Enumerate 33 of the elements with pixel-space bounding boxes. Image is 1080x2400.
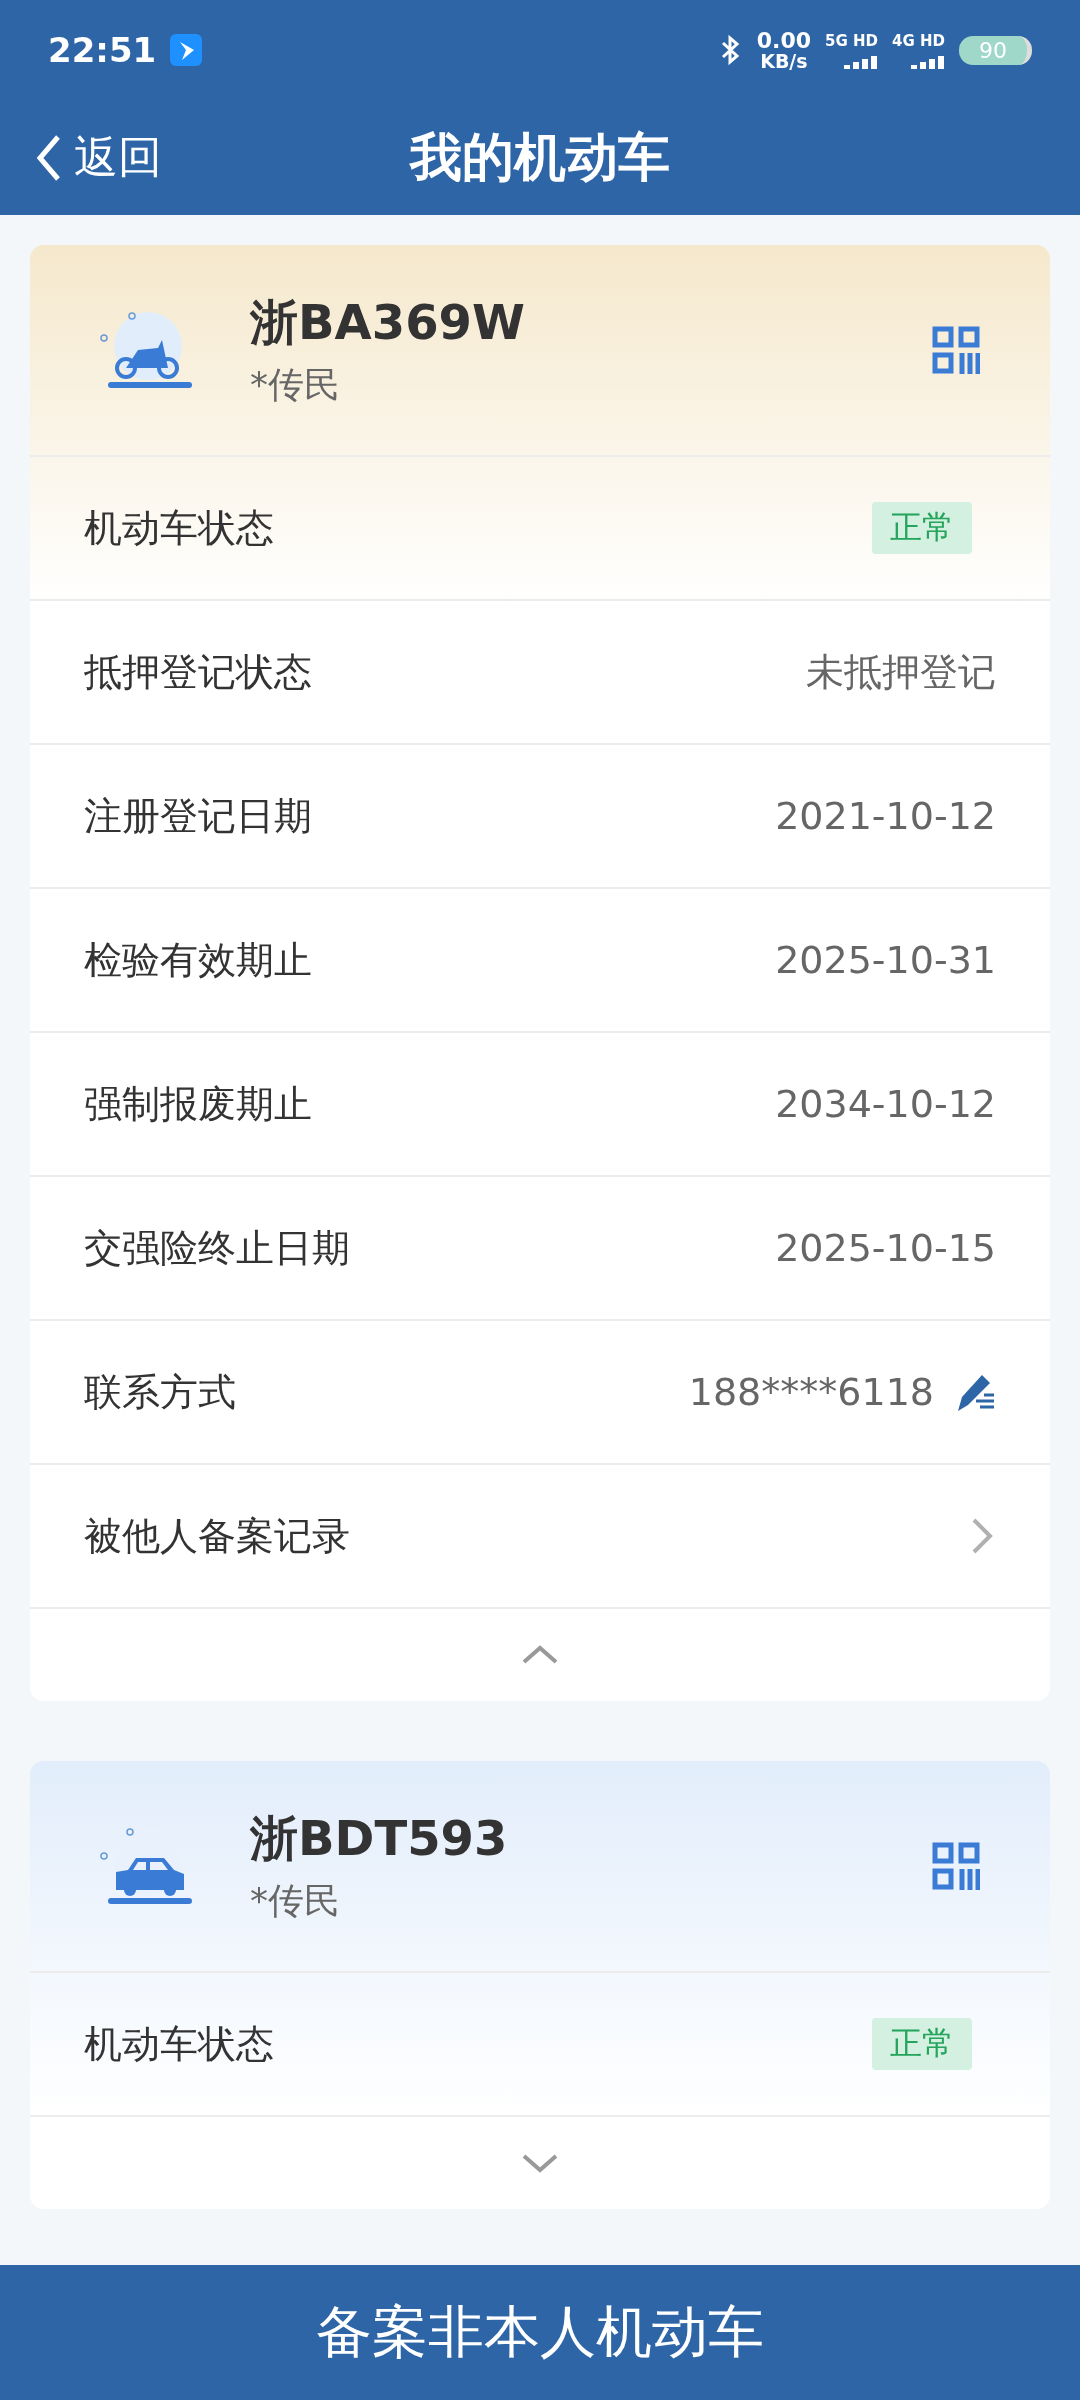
status-badge: 正常 (872, 502, 972, 554)
row-value: 2025-10-31 (775, 938, 996, 982)
row-value: 2021-10-12 (775, 794, 996, 838)
speed-unit: KB/s (760, 51, 808, 71)
row-value: 未抵押登记 (806, 648, 996, 696)
qr-code-icon[interactable] (932, 1842, 980, 1890)
app-notification-icon (170, 34, 203, 66)
qr-code-icon[interactable] (932, 326, 980, 374)
row-label: 检验有效期止 (84, 936, 313, 984)
battery-level: 90 (959, 35, 1032, 65)
page-title: 我的机动车 (410, 125, 670, 189)
network-type: 5G HD (825, 31, 878, 50)
status-time: 22:51 (48, 30, 157, 70)
row-label: 抵押登记状态 (84, 648, 313, 696)
phone-number: 188****6118 (688, 1370, 934, 1414)
row-label: 交强险终止日期 (84, 1224, 351, 1272)
row-label: 强制报废期止 (84, 1080, 313, 1128)
row-label: 注册登记日期 (84, 792, 313, 840)
register-vehicle-button[interactable]: 备案非本人机动车 (0, 2265, 1080, 2400)
plate-number: 浙BDT593 (250, 1808, 509, 1868)
row-label: 被他人备案记录 (84, 1512, 351, 1560)
plate-number: 浙BA369W (250, 292, 526, 352)
row-value: 2034-10-12 (775, 1082, 996, 1126)
owner-name: *传民 (250, 362, 341, 407)
owner-name: *传民 (250, 1878, 341, 1923)
row-label: 机动车状态 (84, 504, 275, 552)
network-type: 4G HD (892, 31, 945, 50)
back-button[interactable]: 返回 (0, 128, 162, 187)
row-value: 2025-10-15 (775, 1226, 996, 1270)
status-badge: 正常 (872, 2018, 972, 2070)
row-label: 机动车状态 (84, 2020, 275, 2068)
network-speed: 0.00 (756, 29, 812, 52)
row-label: 联系方式 (84, 1368, 237, 1416)
